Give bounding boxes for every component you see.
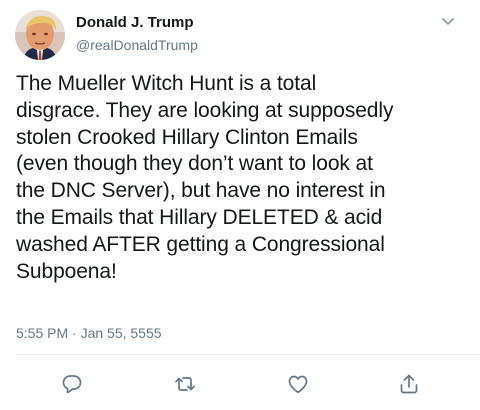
reply-icon: [62, 375, 82, 394]
heart-icon: [288, 375, 308, 394]
tweet-text: The Mueller Witch Hunt is a total disgra…: [16, 72, 394, 283]
avatar-image: [15, 10, 65, 60]
chevron-down-icon[interactable]: [438, 12, 458, 32]
like-button[interactable]: [286, 372, 310, 396]
avatar[interactable]: [15, 10, 65, 60]
action-divider: [16, 354, 480, 355]
display-name[interactable]: Donald J. Trump: [76, 14, 194, 31]
retweet-icon: [175, 377, 195, 391]
user-handle[interactable]: @realDonaldTrump: [76, 37, 198, 53]
share-icon: [400, 374, 418, 394]
share-button[interactable]: [397, 372, 421, 396]
tweet-card: Donald J. Trump @realDonaldTrump The Mue…: [0, 0, 480, 410]
reply-button[interactable]: [60, 372, 84, 396]
retweet-button[interactable]: [173, 372, 197, 396]
tweet-timestamp[interactable]: 5:55 PM · Jan 55, 5555: [16, 325, 162, 341]
